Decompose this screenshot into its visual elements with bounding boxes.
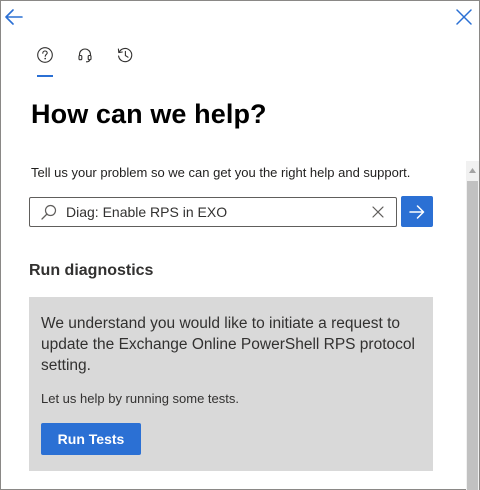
diagnostics-message: We understand you would like to initiate… (41, 315, 415, 374)
clear-search-button[interactable] (369, 203, 387, 221)
run-diagnostics-heading: Run diagnostics (29, 262, 154, 279)
page-title: How can we help? (31, 99, 267, 129)
run-tests-button[interactable]: Run Tests (41, 423, 141, 455)
back-button[interactable] (3, 6, 25, 28)
scrollbar-thumb[interactable] (467, 181, 478, 490)
help-description: Tell us your problem so we can get you t… (31, 165, 411, 180)
caret-up-icon (469, 167, 476, 173)
search-input[interactable] (66, 199, 369, 225)
clear-icon (372, 206, 384, 218)
search-icon (40, 203, 58, 221)
help-panel: How can we help? Tell us your problem so… (0, 0, 480, 490)
search-field (29, 197, 397, 227)
arrow-left-icon (5, 9, 23, 25)
history-clock-icon (116, 46, 134, 64)
tab-contact-support[interactable] (71, 41, 111, 77)
tab-help[interactable] (31, 41, 71, 77)
diagnostics-subtext: Let us help by running some tests. (41, 391, 240, 406)
tab-history[interactable] (111, 41, 151, 77)
close-button[interactable] (453, 6, 475, 28)
scroll-up-button[interactable] (466, 161, 479, 179)
arrow-right-icon (409, 204, 425, 219)
close-icon (456, 9, 472, 25)
help-question-icon (36, 46, 54, 64)
diagnostics-card: We understand you would like to initiate… (29, 297, 433, 471)
submit-search-button[interactable] (401, 196, 433, 227)
headset-icon (76, 46, 94, 64)
help-tabs (31, 41, 151, 77)
